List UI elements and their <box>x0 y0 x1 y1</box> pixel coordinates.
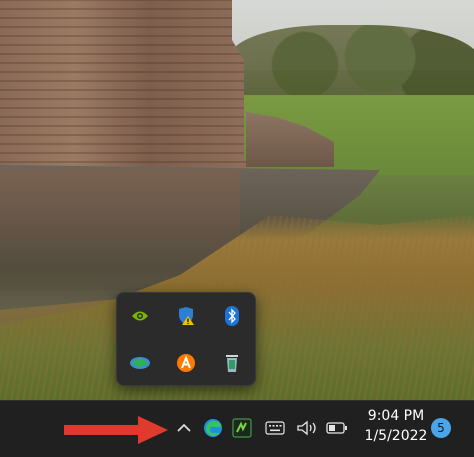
battery-icon[interactable] <box>324 417 350 439</box>
clock-date[interactable]: 1/5/2022 <box>360 428 432 444</box>
wallpaper-castle-ruin <box>0 0 248 190</box>
avast-icon[interactable] <box>171 348 201 378</box>
download-manager-icon[interactable] <box>125 348 155 378</box>
notification-badge[interactable]: 5 <box>431 418 451 438</box>
nvidia-icon[interactable] <box>125 301 155 331</box>
chevron-up-icon <box>177 423 191 432</box>
bluetooth-icon[interactable] <box>217 301 247 331</box>
camtasia-icon[interactable] <box>230 416 254 440</box>
wallpaper-trees <box>230 25 474 105</box>
hidden-icons-flyout <box>116 292 256 386</box>
annotation-arrow-icon <box>64 416 168 444</box>
clock-time[interactable]: 9:04 PM <box>360 408 432 424</box>
volume-icon[interactable] <box>295 417 319 439</box>
windows-security-warning-icon[interactable] <box>171 301 201 331</box>
keyboard-icon[interactable] <box>263 417 287 439</box>
show-hidden-icons-button[interactable] <box>173 417 195 439</box>
edge-icon[interactable] <box>201 416 225 440</box>
recycle-bin-icon[interactable] <box>217 348 247 378</box>
